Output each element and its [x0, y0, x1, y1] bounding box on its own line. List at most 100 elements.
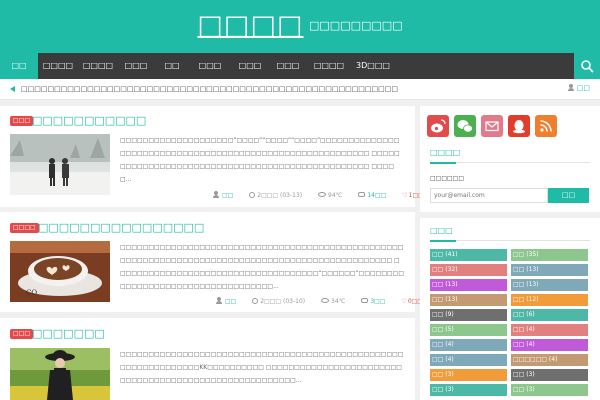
post-views: 94℃: [328, 192, 343, 199]
post-meta: □□ 2□□□ (03-10) 34℃ 3□□ ♡0□□: [216, 297, 423, 305]
category-chip[interactable]: □□ (12): [511, 294, 588, 306]
category-chip-label: □□ (4): [513, 341, 535, 348]
post-views: 34℃: [331, 298, 346, 305]
qq-icon[interactable]: [508, 115, 530, 137]
site-title[interactable]: □□□□: [197, 10, 303, 41]
nav-item-6[interactable]: □□□: [196, 53, 224, 79]
notice-bar: □□□□□□□□□□□□□□□□□□□□□□□□□□□□□□□□□□□□□□□□…: [0, 79, 600, 100]
nav-item-3d[interactable]: 3D□□□: [354, 53, 392, 79]
login-link[interactable]: □□: [567, 84, 590, 92]
clock-icon: [249, 192, 256, 198]
post-title[interactable]: □□□□□□□□□□□: [32, 114, 146, 127]
category-chip[interactable]: □□ (13): [511, 279, 588, 291]
comments-link[interactable]: 14□□: [358, 192, 386, 199]
nav-item-5[interactable]: □□: [160, 53, 184, 79]
category-chip[interactable]: □□ (13): [430, 279, 507, 291]
user-icon: [567, 84, 574, 91]
nav-item-4[interactable]: □□□: [122, 53, 150, 79]
nav-item-label: □□□: [198, 61, 222, 70]
category-chip[interactable]: □□ (6): [511, 309, 588, 321]
author-link[interactable]: □□: [213, 191, 234, 199]
post-card: □□□□ □□□□□□□□□□□□□□□□ CO □□□□□□□□□□□□□□□…: [0, 212, 423, 312]
comment-icon: [358, 192, 366, 197]
post-title[interactable]: □□□□□□□: [32, 327, 105, 340]
nav-item-label: □□: [164, 61, 180, 70]
author-link[interactable]: □□: [216, 297, 236, 305]
nav-item-3[interactable]: □□□□: [82, 53, 114, 79]
nav-item-home[interactable]: □□: [0, 53, 38, 79]
category-title: □□□: [430, 226, 453, 235]
rss-icon[interactable]: [535, 115, 557, 137]
category-chip-label: □□ (3): [513, 386, 535, 393]
eye-icon: [318, 192, 327, 197]
post-author: □□: [222, 192, 234, 199]
category-chip[interactable]: □□ (3): [430, 384, 507, 396]
category-chip[interactable]: □□ (41): [430, 249, 507, 261]
category-chip-label: □□ (4): [513, 326, 535, 333]
nav-item-label: □□□□: [42, 61, 74, 70]
category-chip-label: □□ (3): [432, 371, 454, 378]
post-thumbnail[interactable]: [10, 348, 110, 400]
category-widget: □□□ □□ (41) □□ (35) □□ (32) □□ (13) □□ (13) □…: [420, 218, 600, 400]
category-chip[interactable]: □□ (13): [511, 264, 588, 276]
category-chip[interactable]: □□ (4): [511, 339, 588, 351]
category-chip-label: □□ (3): [513, 371, 535, 378]
nav-item-label: □□: [11, 61, 27, 70]
post-date-wrap: 2□□□ (03-13): [249, 192, 302, 199]
category-chip[interactable]: □□ (5): [430, 324, 507, 336]
nav-item-2[interactable]: □□□□: [42, 53, 74, 79]
post-excerpt: □□□□□□□□□□□□□□□□□□□□□□□□□□□□□□□□□□□□□□□□…: [120, 244, 404, 290]
nav-item-label: □□□: [238, 61, 262, 70]
search-button[interactable]: [574, 53, 600, 79]
nav-item-label: □□□: [124, 61, 148, 70]
nav-item-label: □□□: [276, 61, 300, 70]
category-chip-label: □□ (13): [513, 281, 539, 288]
subscribe-title: □□□□: [430, 148, 461, 157]
user-icon: [213, 191, 219, 198]
comments-link[interactable]: 3□□: [361, 298, 386, 305]
post-meta: □□ 2□□□ (03-13) 94℃ 14□□ ♡1□□: [213, 191, 424, 199]
notice-text[interactable]: □□□□□□□□□□□□□□□□□□□□□□□□□□□□□□□□□□□□□□□□…: [21, 85, 398, 93]
post-thumbnail[interactable]: CO: [10, 241, 110, 302]
post-thumbnail[interactable]: [10, 134, 110, 195]
nav-item-9[interactable]: □□□□: [312, 53, 346, 79]
category-chip[interactable]: □□ (13): [430, 294, 507, 306]
category-chip[interactable]: □□ (3): [511, 384, 588, 396]
category-chip[interactable]: □□ (3): [430, 369, 507, 381]
category-chip[interactable]: □□ (4): [511, 324, 588, 336]
category-chip[interactable]: □□ (4): [430, 339, 507, 351]
category-chip[interactable]: □□ (35): [511, 249, 588, 261]
weibo-icon[interactable]: [427, 115, 449, 137]
site-logo[interactable]: □□□□ □□□□□□□□□: [0, 10, 600, 41]
post-excerpt: □□□□□□□□□□□□□□□□□□□□□□□□□□□□□□□□□□□□□□□□…: [120, 351, 404, 384]
nav-item-7[interactable]: □□□: [236, 53, 264, 79]
category-chip-label: □□ (35): [513, 251, 539, 258]
subscribe-button[interactable]: □□: [548, 188, 589, 203]
post-title[interactable]: □□□□□□□□□□□□□□□□: [38, 221, 204, 234]
post-date-wrap: 2□□□ (03-10): [252, 298, 305, 305]
mail-icon[interactable]: [481, 115, 503, 137]
category-chip-label: □□ (4): [432, 341, 454, 348]
category-chip[interactable]: □□ (9): [430, 309, 507, 321]
email-field[interactable]: [430, 188, 548, 203]
category-chip-label: □□ (5): [432, 326, 454, 333]
category-chip-label: □□ (9): [432, 311, 454, 318]
category-chip[interactable]: □□□□□□ (4): [511, 354, 588, 366]
category-chip[interactable]: □□ (32): [430, 264, 507, 276]
site-subtitle: □□□□□□□□□: [309, 19, 403, 32]
category-chip[interactable]: □□ (3): [511, 369, 588, 381]
post-views-wrap: 34℃: [321, 298, 345, 305]
post-category-tag[interactable]: □□□: [10, 329, 34, 339]
search-icon: [581, 60, 594, 73]
heart-icon: ♡: [402, 192, 408, 199]
category-chip[interactable]: □□ (4): [430, 354, 507, 366]
wechat-icon[interactable]: [454, 115, 476, 137]
title-underline: [430, 240, 456, 242]
post-category-tag[interactable]: □□□□: [10, 223, 39, 233]
svg-text:CO: CO: [26, 289, 37, 297]
nav-item-8[interactable]: □□□: [274, 53, 302, 79]
post-excerpt: □□□□□□□□□□□□□□□□□□□□“□□□□”“□□□□”“□□□□”□□…: [120, 137, 400, 183]
category-chip-label: □□ (41): [432, 251, 458, 258]
heart-icon: ♡: [401, 298, 407, 305]
post-category-tag[interactable]: □□□: [10, 116, 34, 126]
